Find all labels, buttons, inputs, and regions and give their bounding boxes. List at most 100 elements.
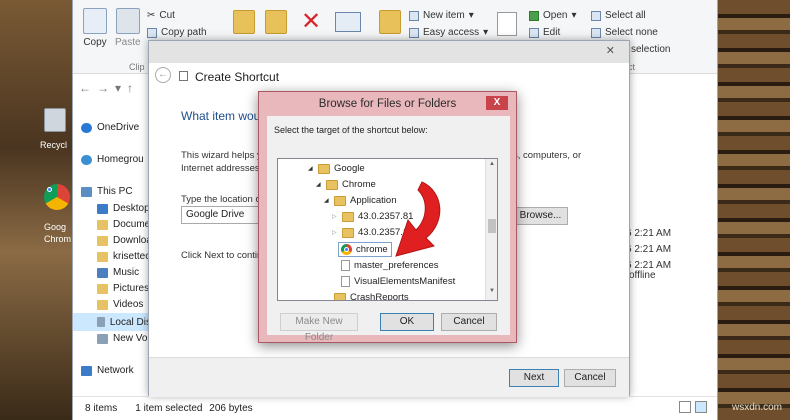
wizard-description-line1: This wizard helps y [181,150,262,161]
new-item-button[interactable]: New item ▾ [409,10,474,21]
tree-node-selected[interactable]: chrome [338,242,392,257]
details-view-icon[interactable] [679,401,691,413]
edit-button[interactable]: Edit [529,27,560,38]
file-date: 6 2:21 AM [626,228,672,239]
scroll-up-arrow-icon[interactable]: ▲ [486,161,497,171]
rename-icon[interactable] [335,12,361,32]
tree-node-label: VisualElementsManifest [354,276,456,287]
file-date: 6 2:21 AM [626,244,672,255]
browse-button[interactable]: Browse... [513,207,568,225]
nav-item-homegroup[interactable]: Homegrou [81,154,144,165]
nav-label: Pictures [113,283,150,294]
recycle-bin-icon[interactable] [44,108,72,136]
browse-cancel-button[interactable]: Cancel [441,313,497,331]
clipboard-section-label: Clip [129,62,145,72]
new-folder-button[interactable] [379,10,401,37]
tree-node[interactable]: ◢ Application [324,195,396,206]
tree-node[interactable]: ◢ Google [308,163,365,174]
nav-item-music[interactable]: Music [97,267,139,278]
nav-label: krisettec [113,251,151,262]
onedrive-icon [81,122,92,133]
scroll-down-arrow-icon[interactable]: ▼ [486,288,497,298]
network-icon [81,365,92,376]
select-all-button[interactable]: Select all [591,10,646,21]
invert-selection-button[interactable]: selection [631,44,670,55]
nav-item-documents[interactable]: Docume [97,219,150,230]
wizard-cancel-button[interactable]: Cancel [564,369,616,387]
back-arrow-icon[interactable]: ← [79,81,91,95]
scrollbar-thumb[interactable] [488,219,496,233]
computer-icon [81,186,92,197]
wizard-title: Create Shortcut [195,70,280,84]
nav-item-new-volume[interactable]: New Vol [97,333,150,344]
make-new-folder-button[interactable]: Make New Folder [280,313,358,343]
browse-dialog-title: Browse for Files or Folders [318,98,457,110]
nav-item-pictures[interactable]: Pictures [97,283,149,294]
forward-arrow-icon[interactable]: → [97,81,109,95]
up-arrow-icon[interactable]: ↑ [127,81,133,95]
folder-icon [334,195,346,206]
properties-icon[interactable] [497,12,517,36]
close-icon[interactable]: ✕ [606,44,615,57]
nav-item-onedrive[interactable]: OneDrive [81,122,139,133]
scissors-icon: ✂ [147,10,156,21]
close-button[interactable]: X [486,96,508,110]
location-label: Type the location o [181,194,261,205]
next-button[interactable]: Next [509,369,559,387]
copy-folder-icon [265,10,287,34]
paste-button[interactable]: Paste [115,8,141,48]
copy-path-button[interactable]: Copy path [147,27,207,38]
folder-icon [342,211,354,222]
nav-item-videos[interactable]: Videos [97,299,143,310]
collapsed-arrow-icon[interactable]: ▷ [332,213,338,220]
move-to-button[interactable] [233,10,255,37]
folder-icon [342,227,354,238]
expanded-arrow-icon[interactable]: ◢ [316,181,322,188]
tree-node[interactable]: ◢ Chrome [316,179,376,190]
paste-icon [115,8,140,34]
back-arrow-icon[interactable]: ← [155,67,171,83]
expanded-arrow-icon[interactable]: ◢ [308,165,314,172]
cut-button[interactable]: ✂ Cut [147,10,175,21]
chevron-down-icon: ▾ [571,10,577,21]
folder-icon [97,251,108,262]
easy-access-button[interactable]: Easy access ▾ [409,27,488,38]
tree-node[interactable]: VisualElementsManifest [341,276,455,287]
wizard-description-line2: Internet addresses. [181,163,263,174]
tree-scrollbar[interactable]: ▲ ▼ [485,159,497,300]
large-icons-view-icon[interactable] [695,401,707,413]
chevron-down-icon: ▾ [483,27,489,38]
tree-node-label: Chrome [342,179,376,190]
ok-button[interactable]: OK [380,313,434,331]
wizard-description-right: s, computers, or [513,150,582,161]
expanded-arrow-icon[interactable]: ◢ [324,197,330,204]
open-button[interactable]: Open ▾ [529,10,577,21]
folder-tree[interactable]: ◢ Google ◢ Chrome ◢ Application ▷ 43.0.2… [277,158,498,301]
nav-item-local-disk[interactable]: Local Dis [73,313,151,331]
easy-access-label: Easy access [423,27,480,38]
homegroup-icon [81,154,92,165]
chevron-down-icon: ▾ [468,10,474,21]
copy-button[interactable]: Copy [83,8,107,48]
nav-label: OneDrive [97,122,140,133]
delete-icon[interactable]: ✕ [301,10,321,34]
copy-to-button[interactable] [265,10,287,37]
new-item-label: New item [423,10,465,21]
browse-prompt: Select the target of the shortcut below: [274,125,428,135]
new-folder-icon [379,10,401,34]
move-folder-icon [233,10,255,34]
select-none-button[interactable]: Select none [591,27,658,38]
chevron-down-icon[interactable]: ▾ [115,81,121,95]
nav-item-this-pc[interactable]: This PC [81,186,133,197]
nav-label: New Vol [113,333,150,344]
tree-node[interactable]: CrashReports [324,292,409,300]
collapsed-arrow-icon[interactable]: ▷ [332,229,338,236]
nav-item-downloads[interactable]: Downloa [97,235,152,246]
recycle-bin-label: Recycl [40,140,68,150]
nav-item-network[interactable]: Network [81,365,134,376]
file-icon [341,276,350,287]
nav-item-desktop[interactable]: Desktop [97,203,150,214]
select-all-icon [591,10,601,21]
google-chrome-desktop-icon[interactable] [44,184,72,212]
nav-item-krisettec[interactable]: krisettec [97,251,150,262]
